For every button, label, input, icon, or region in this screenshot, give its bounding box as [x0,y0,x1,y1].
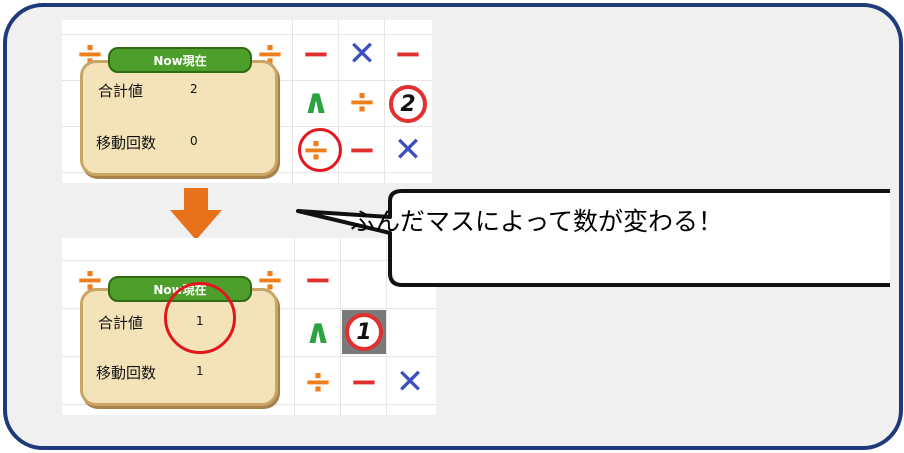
number-tile[interactable]: 2 [389,85,427,123]
caret-tile[interactable]: ∧ [296,310,340,354]
times-tile[interactable]: ✕ [386,128,430,172]
current-position-tile[interactable]: 1 [342,310,386,354]
moves-label: 移動回数 [96,364,157,382]
highlight-ring [298,128,342,172]
moves-value: 0 [190,134,198,148]
divide-tile[interactable]: ÷ [340,80,384,124]
callout-text: ふんだマスによって数が変わる！ [350,207,724,236]
sum-label: 合計値 [98,314,144,332]
now-banner-label: Now現在 [153,53,207,68]
times-tile[interactable]: ✕ [340,32,384,76]
minus-tile[interactable]: − [342,360,386,404]
moves-value: 1 [196,364,204,378]
caret-tile[interactable]: ∧ [294,80,338,124]
down-arrow-icon [170,188,222,240]
moves-label: 移動回数 [96,134,157,152]
minus-tile[interactable]: − [386,32,430,76]
highlight-ring [164,282,236,354]
sum-value: 2 [190,82,198,96]
times-tile[interactable]: ✕ [388,360,432,404]
divide-tile[interactable]: ÷ [296,360,340,404]
status-panel [80,60,278,176]
sum-label: 合計値 [98,82,144,100]
minus-tile[interactable]: − [340,128,384,172]
now-banner: Now現在 [108,47,252,73]
number-tile[interactable]: 1 [345,313,383,351]
game-screenshot-before: ÷ ÷ − ✕ − ∧ ÷ 2 ✕ ÷ − ✕ Now現在 合計値 2 移動回数… [62,20,432,183]
minus-tile[interactable]: − [294,32,338,76]
